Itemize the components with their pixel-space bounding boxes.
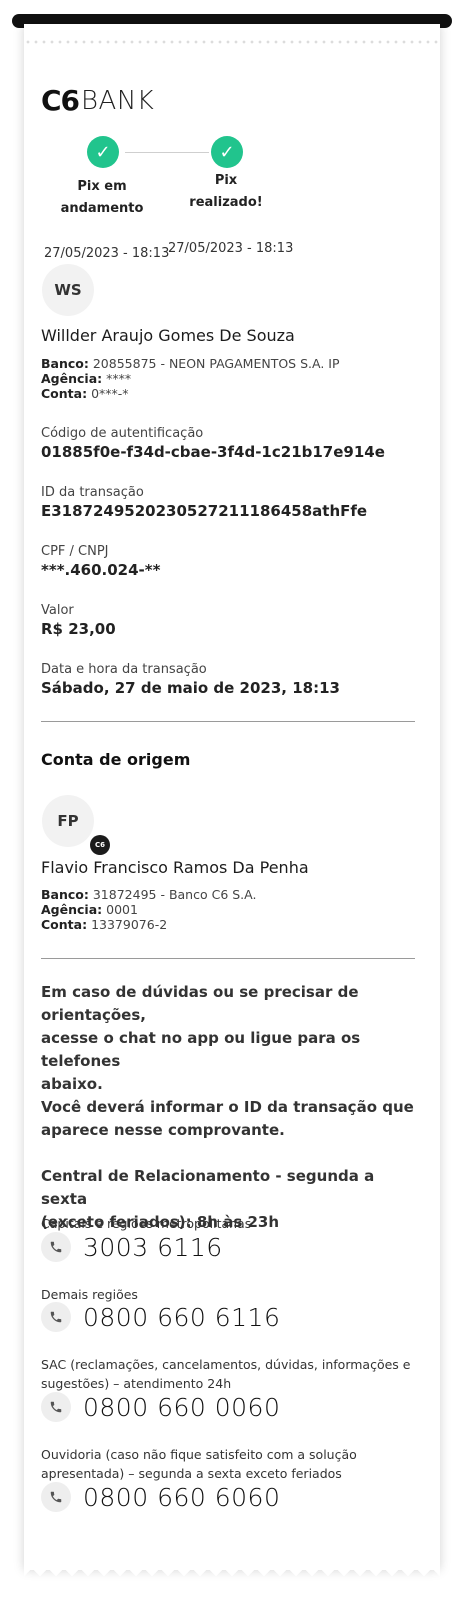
origin-bank: Banco: 31872495 - Banco C6 S.A.	[41, 887, 257, 902]
phone-row: 0800 660 6060	[41, 1482, 280, 1512]
origin-account: Conta: 13379076-2	[41, 917, 168, 932]
phone-icon	[41, 1482, 71, 1512]
phone-icon	[41, 1302, 71, 1332]
phone-icon	[41, 1392, 71, 1422]
phone-label: SAC (reclamações, cancelamentos, dúvidas…	[41, 1357, 411, 1391]
cpf-label: CPF / CNPJ	[41, 544, 109, 559]
step-label-andamento: Pix em andamento	[60, 179, 144, 216]
step-date: 27/05/2023 - 18:13	[44, 246, 170, 261]
divider	[41, 721, 415, 722]
transaction-id-value: E3187249520230527211186458athFfe	[41, 502, 368, 520]
receipt: C6 BANK ✓ ✓ Pix em andamento Pix realiza…	[24, 24, 440, 1580]
receipt-torn-edge	[24, 1568, 440, 1580]
auth-code-label: Código de autentificação	[41, 426, 204, 441]
phone-row: 0800 660 0060	[41, 1392, 280, 1422]
step-connector	[125, 152, 209, 153]
amount-value: R$ 23,00	[41, 620, 116, 638]
origin-name: Flavio Francisco Ramos Da Penha	[41, 858, 309, 877]
pix-status-steps: ✓ ✓ Pix em andamento Pix realizado! 27/0…	[24, 136, 440, 276]
phone-row: 0800 660 6116	[41, 1302, 280, 1332]
logo-bank: BANK	[81, 85, 155, 116]
phone-number[interactable]: 3003 6116	[83, 1233, 223, 1262]
phone-number[interactable]: 0800 660 0060	[83, 1393, 280, 1422]
cpf-value: ***.460.024-**	[41, 561, 161, 579]
datetime-value: Sábado, 27 de maio de 2023, 18:13	[41, 679, 340, 697]
help-info-text: Em caso de dúvidas ou se precisar de ori…	[41, 983, 414, 1231]
recipient-account: Conta: 0***-*	[41, 386, 129, 401]
logo-c6: C6	[41, 84, 80, 117]
phone-row: 3003 6116	[41, 1232, 223, 1262]
check-icon: ✓	[87, 136, 119, 168]
phone-label: Ouvidoria (caso não fique satisfeito com…	[41, 1447, 357, 1481]
transaction-id-label: ID da transação	[41, 485, 144, 500]
phone-number[interactable]: 0800 660 6060	[83, 1483, 280, 1512]
recipient-bank: Banco: 20855875 - NEON PAGAMENTOS S.A. IP	[41, 356, 340, 371]
step-label-realizado: Pix realizado!	[189, 173, 263, 210]
auth-code-value: 01885f0e-f34d-cbae-3f4d-1c21b17e914e	[41, 443, 385, 461]
c6-bank-logo: C6 BANK	[41, 84, 154, 117]
perforation	[24, 40, 440, 44]
amount-label: Valor	[41, 603, 74, 618]
phone-number[interactable]: 0800 660 6116	[83, 1303, 280, 1332]
recipient-name: Willder Araujo Gomes De Souza	[41, 326, 295, 345]
recipient-agency: Agência: ****	[41, 371, 132, 386]
avatar: WS	[42, 264, 94, 316]
phone-icon	[41, 1232, 71, 1262]
step-date: 27/05/2023 - 18:13	[168, 241, 294, 256]
divider	[41, 958, 415, 959]
check-icon: ✓	[211, 136, 243, 168]
phone-label: Capitais e regiões metropolitanas	[41, 1216, 252, 1231]
avatar: FP C6	[42, 795, 110, 855]
c6-badge-icon: C6	[90, 835, 110, 855]
datetime-label: Data e hora da transação	[41, 662, 207, 677]
origin-agency: Agência: 0001	[41, 902, 138, 917]
origin-account-title: Conta de origem	[41, 750, 191, 769]
